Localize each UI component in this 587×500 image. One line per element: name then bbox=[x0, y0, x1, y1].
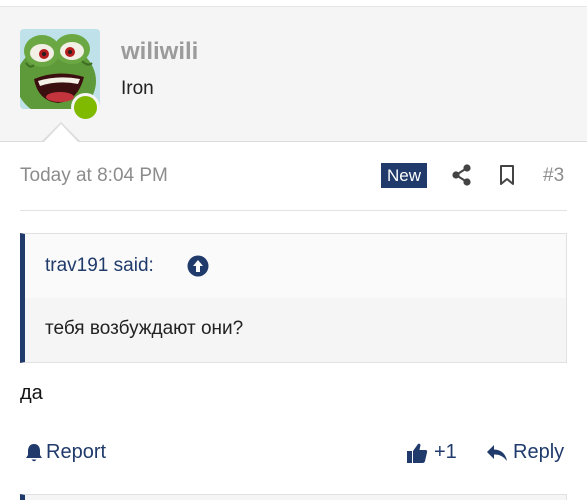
bookmark-icon[interactable] bbox=[499, 165, 515, 185]
share-icon[interactable] bbox=[452, 164, 472, 186]
report-label: Report bbox=[46, 441, 107, 463]
online-status-indicator bbox=[71, 93, 100, 122]
quote-header: trav191 said: bbox=[25, 234, 566, 298]
user-title: Iron bbox=[121, 78, 154, 99]
quote-block: trav191 said: тебя возбуждают они? bbox=[20, 233, 567, 363]
arrow-up-circle-icon[interactable] bbox=[187, 255, 209, 277]
post-number[interactable]: #3 bbox=[543, 165, 564, 187]
like-count: +1 bbox=[434, 441, 457, 463]
new-badge: New bbox=[381, 163, 428, 188]
meta-divider bbox=[20, 210, 567, 211]
user-panel: wiliwili Iron bbox=[0, 6, 587, 142]
reply-icon bbox=[487, 444, 507, 461]
post-action-bar: Report +1 Reply bbox=[20, 439, 567, 469]
post-body: да bbox=[20, 382, 43, 404]
next-post-edge bbox=[20, 494, 567, 500]
quote-author[interactable]: trav191 said: bbox=[45, 255, 154, 277]
post-meta-bar: Today at 8:04 PM New #3 bbox=[20, 162, 567, 190]
reply-button[interactable]: Reply bbox=[486, 441, 564, 464]
like-button[interactable]: +1 bbox=[406, 441, 457, 464]
username[interactable]: wiliwili bbox=[121, 38, 198, 66]
quote-text: тебя возбуждают они? bbox=[45, 318, 244, 339]
reply-label: Reply bbox=[513, 441, 565, 463]
thumbs-up-icon bbox=[407, 443, 428, 463]
bell-icon bbox=[26, 443, 42, 461]
user-panel-pointer-fill bbox=[44, 124, 78, 142]
post-date[interactable]: Today at 8:04 PM bbox=[20, 165, 168, 187]
report-button[interactable]: Report bbox=[25, 441, 106, 464]
